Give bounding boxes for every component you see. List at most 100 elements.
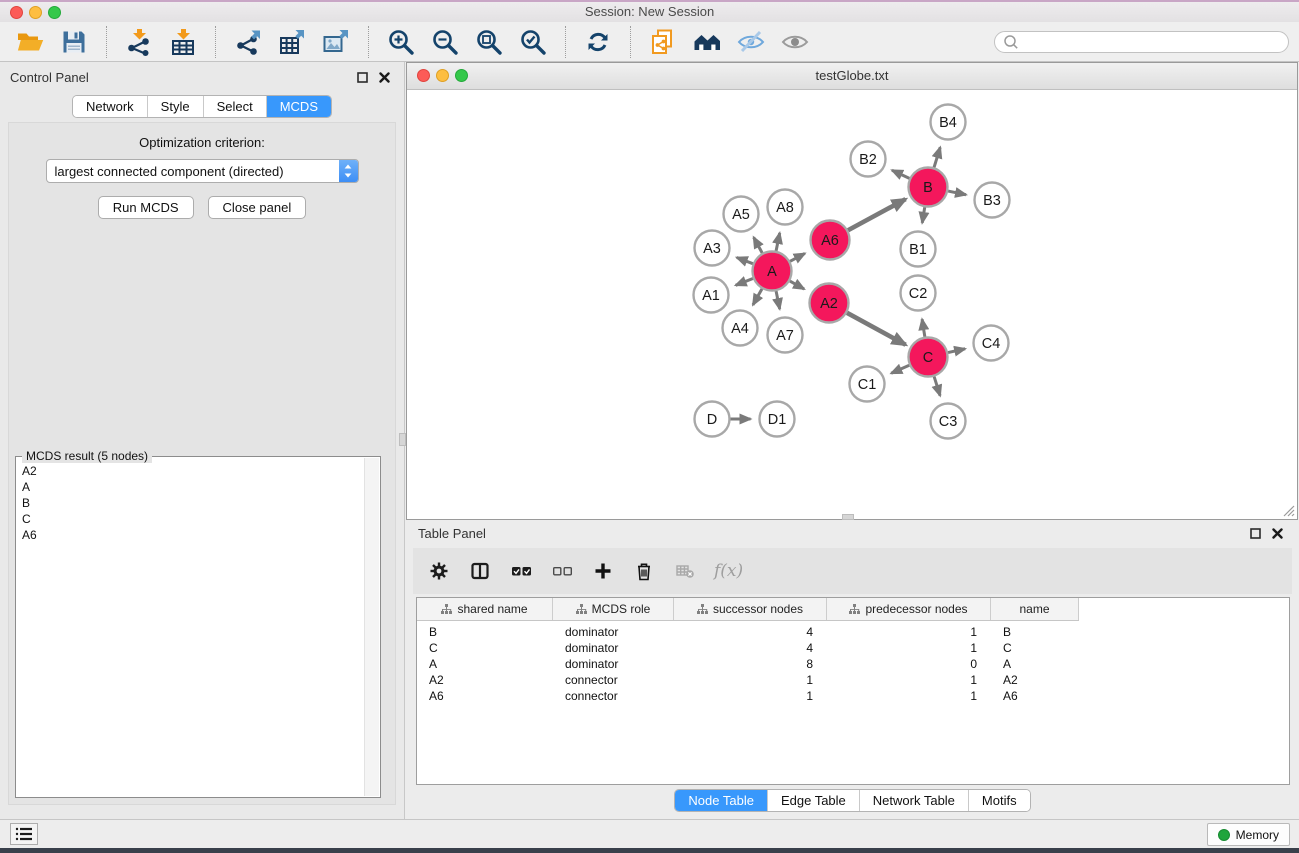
table-cell[interactable]: 1 <box>674 673 827 687</box>
delete-table-icon[interactable] <box>673 559 697 583</box>
mcds-result-item[interactable]: A <box>22 479 359 495</box>
table-row[interactable]: Bdominator41B <box>417 624 1289 640</box>
mcds-result-item[interactable]: B <box>22 495 359 511</box>
task-history-button[interactable] <box>10 823 38 845</box>
table-cell[interactable]: connector <box>553 689 674 703</box>
graph-edge-B-B1[interactable] <box>922 207 925 223</box>
table-row[interactable]: Adominator80A <box>417 656 1289 672</box>
close-window-button[interactable] <box>10 6 23 19</box>
table-cell[interactable]: B <box>417 625 553 639</box>
mcds-result-item[interactable]: A2 <box>22 463 359 479</box>
function-builder-icon[interactable]: f(x) <box>714 559 743 583</box>
table-cell[interactable]: C <box>991 641 1079 655</box>
graph-edge-A-A1[interactable] <box>736 279 753 286</box>
delete-column-icon[interactable] <box>632 559 656 583</box>
table-cell[interactable]: connector <box>553 673 674 687</box>
save-session-icon[interactable] <box>59 27 89 57</box>
table-cell[interactable]: A2 <box>417 673 553 687</box>
table-row[interactable]: A6connector11A6 <box>417 688 1289 704</box>
gear-icon[interactable] <box>427 559 451 583</box>
graph-edge-A6-B[interactable] <box>848 199 906 230</box>
graph-edge-A-A7[interactable] <box>776 291 780 309</box>
vertical-splitter-handle[interactable] <box>399 433 406 446</box>
graph-edge-C-C2[interactable] <box>922 319 925 337</box>
select-all-checkboxes-icon[interactable] <box>509 559 533 583</box>
split-columns-icon[interactable] <box>468 559 492 583</box>
table-row[interactable]: Cdominator41C <box>417 640 1289 656</box>
network-minimize-button[interactable] <box>436 69 449 82</box>
graph-edge-A2-C[interactable] <box>847 313 906 345</box>
minimize-window-button[interactable] <box>29 6 42 19</box>
float-table-panel-icon[interactable] <box>1249 527 1261 539</box>
network-canvas[interactable]: B4B2B3A8A5A3B1C2A1A4A7C4C1DD1C3BA6AA2C <box>407 90 1297 519</box>
result-scrollbar[interactable] <box>364 458 379 796</box>
criterion-dropdown[interactable]: largest connected component (directed) <box>46 159 359 183</box>
table-cell[interactable]: 1 <box>827 641 991 655</box>
open-session-icon[interactable] <box>15 27 45 57</box>
memory-button[interactable]: Memory <box>1207 823 1290 846</box>
deselect-all-checkboxes-icon[interactable] <box>550 559 574 583</box>
show-all-icon[interactable] <box>780 27 810 57</box>
hide-selected-icon[interactable] <box>736 27 766 57</box>
export-network-icon[interactable] <box>233 27 263 57</box>
table-cell[interactable]: A2 <box>991 673 1079 687</box>
tab-mcds[interactable]: MCDS <box>267 96 331 117</box>
table-cell[interactable]: A <box>991 657 1079 671</box>
close-panel-button[interactable]: Close panel <box>208 196 307 219</box>
table-cell[interactable]: 1 <box>827 673 991 687</box>
network-close-button[interactable] <box>417 69 430 82</box>
table-tab-edge-table[interactable]: Edge Table <box>768 790 860 811</box>
graph-edge-A-A4[interactable] <box>753 289 762 305</box>
table-cell[interactable]: 8 <box>674 657 827 671</box>
table-cell[interactable]: 4 <box>674 625 827 639</box>
search-input[interactable] <box>1024 34 1280 50</box>
column-header-shared-name[interactable]: shared name <box>417 598 553 620</box>
add-column-icon[interactable] <box>591 559 615 583</box>
float-panel-icon[interactable] <box>356 71 368 83</box>
column-header-successor-nodes[interactable]: successor nodes <box>674 598 827 620</box>
table-tab-network-table[interactable]: Network Table <box>860 790 969 811</box>
zoom-fit-icon[interactable] <box>474 27 504 57</box>
table-cell[interactable]: 1 <box>827 625 991 639</box>
import-table-icon[interactable] <box>168 27 198 57</box>
export-image-icon[interactable] <box>321 27 351 57</box>
table-cell[interactable]: A6 <box>417 689 553 703</box>
column-header-predecessor-nodes[interactable]: predecessor nodes <box>827 598 991 620</box>
zoom-out-icon[interactable] <box>430 27 460 57</box>
table-cell[interactable]: 1 <box>674 689 827 703</box>
graph-edge-A-A2[interactable] <box>790 281 804 289</box>
table-tab-node-table[interactable]: Node Table <box>675 790 768 811</box>
first-neighbors-icon[interactable] <box>692 27 722 57</box>
table-cell[interactable]: dominator <box>553 657 674 671</box>
table-cell[interactable]: dominator <box>553 625 674 639</box>
close-panel-icon[interactable] <box>378 71 390 83</box>
export-table-icon[interactable] <box>277 27 307 57</box>
table-row[interactable]: A2connector11A2 <box>417 672 1289 688</box>
resize-grip-icon[interactable] <box>1281 503 1295 517</box>
horizontal-splitter-handle[interactable] <box>842 514 854 520</box>
table-cell[interactable]: 1 <box>827 689 991 703</box>
table-cell[interactable]: A <box>417 657 553 671</box>
column-header-mcds-role[interactable]: MCDS role <box>553 598 674 620</box>
table-cell[interactable]: B <box>991 625 1079 639</box>
graph-edge-B-B4[interactable] <box>934 147 940 167</box>
tab-style[interactable]: Style <box>148 96 204 117</box>
table-cell[interactable]: A6 <box>991 689 1079 703</box>
graph-edge-C-C3[interactable] <box>934 377 940 396</box>
import-network-icon[interactable] <box>124 27 154 57</box>
refresh-layout-icon[interactable] <box>583 27 613 57</box>
graph-edge-C-C1[interactable] <box>891 365 909 373</box>
graph-edge-C-C4[interactable] <box>948 349 965 353</box>
tab-select[interactable]: Select <box>204 96 267 117</box>
graph-edge-A-A8[interactable] <box>776 233 780 251</box>
table-tab-motifs[interactable]: Motifs <box>969 790 1030 811</box>
graph-edge-B-B3[interactable] <box>948 191 966 195</box>
network-zoom-button[interactable] <box>455 69 468 82</box>
graph-edge-B-B2[interactable] <box>892 170 909 178</box>
new-network-from-selection-icon[interactable] <box>648 27 678 57</box>
run-mcds-button[interactable]: Run MCDS <box>98 196 194 219</box>
graph-edge-A-A6[interactable] <box>790 253 805 261</box>
zoom-in-icon[interactable] <box>386 27 416 57</box>
close-table-panel-icon[interactable] <box>1271 527 1283 539</box>
table-cell[interactable]: dominator <box>553 641 674 655</box>
